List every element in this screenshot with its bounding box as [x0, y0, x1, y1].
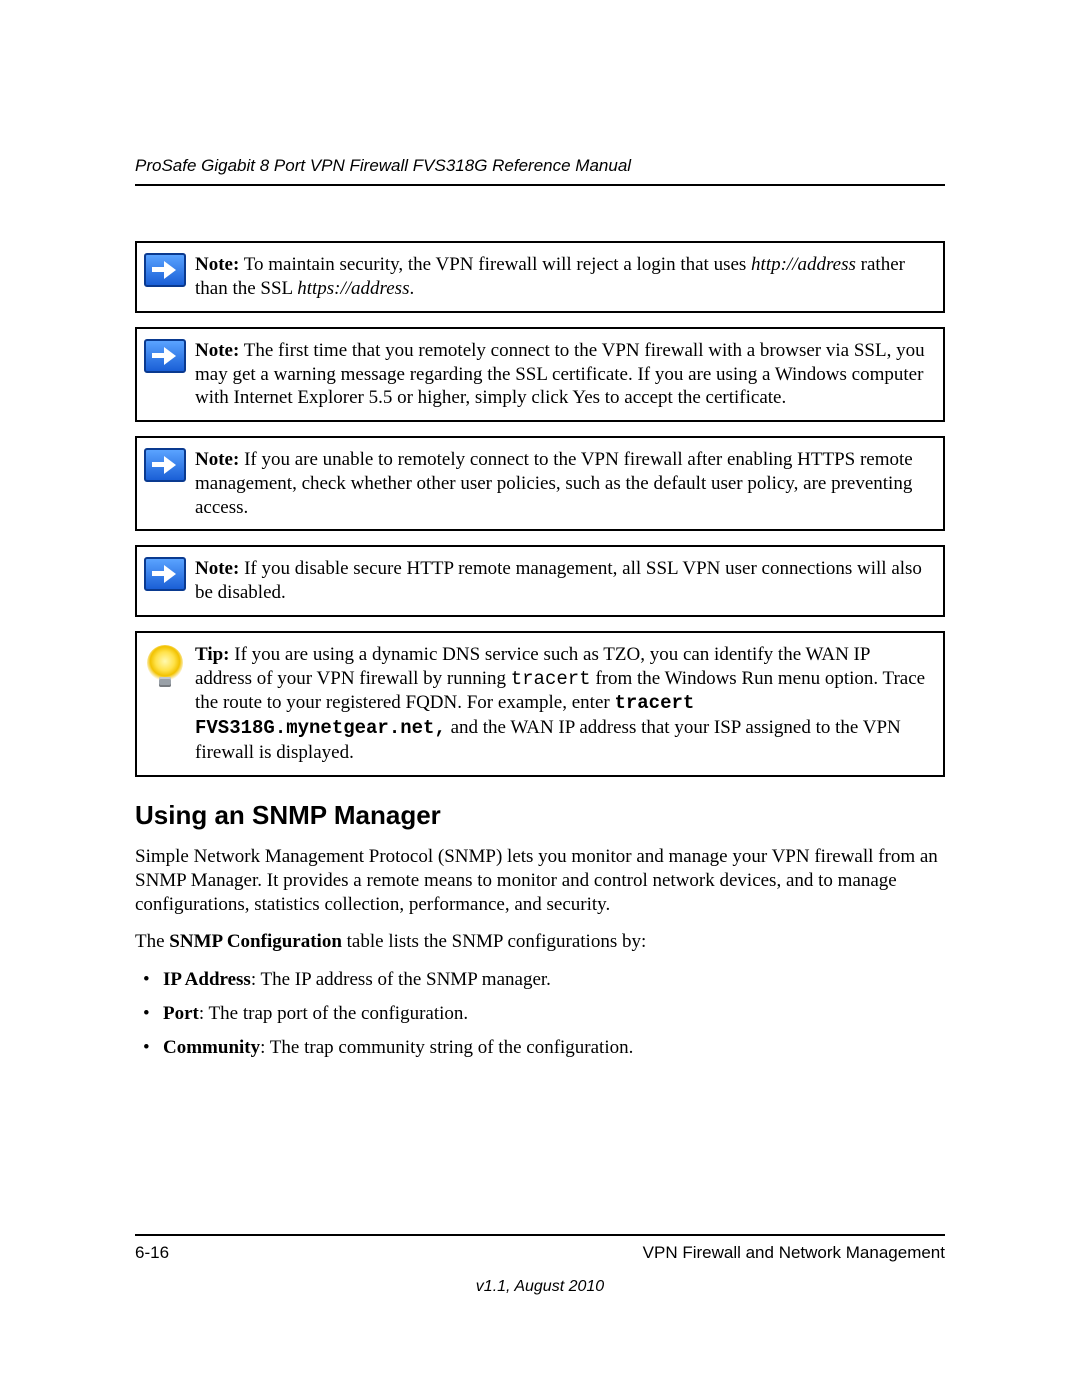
arrow-icon — [144, 448, 186, 482]
arrow-icon — [144, 557, 186, 591]
footer-line: 6-16 VPN Firewall and Network Management — [135, 1234, 945, 1263]
note-body: If you disable secure HTTP remote manage… — [195, 558, 922, 603]
para2-post: table lists the SNMP configurations by: — [342, 931, 646, 952]
bullet-bold: Community — [163, 1037, 260, 1058]
note-ital-https: https://address — [297, 278, 409, 299]
note-label: Note: — [195, 558, 239, 579]
tip-mono-tracert: tracert — [511, 668, 591, 690]
list-item: Community: The trap community string of … — [163, 1036, 945, 1060]
section-para-2: The SNMP Configuration table lists the S… — [135, 930, 945, 954]
note-body: If you are unable to remotely connect to… — [195, 449, 913, 518]
tip-icon-cell — [137, 633, 193, 775]
tip-text: Tip: If you are using a dynamic DNS serv… — [193, 633, 943, 775]
para2-pre: The — [135, 931, 169, 952]
tip-callout: Tip: If you are using a dynamic DNS serv… — [135, 631, 945, 777]
bullet-bold: Port — [163, 1003, 199, 1024]
tip-label: Tip: — [195, 644, 230, 665]
bullet-list: IP Address: The IP address of the SNMP m… — [135, 968, 945, 1059]
page-footer: 6-16 VPN Firewall and Network Management… — [135, 1234, 945, 1297]
note-ital-http: http://address — [751, 254, 856, 275]
bullet-rest: : The trap port of the configuration. — [199, 1003, 468, 1024]
list-item: IP Address: The IP address of the SNMP m… — [163, 968, 945, 992]
note-callout: Note: If you are unable to remotely conn… — [135, 436, 945, 531]
note-icon-cell — [137, 329, 193, 420]
running-header: ProSafe Gigabit 8 Port VPN Firewall FVS3… — [135, 155, 945, 186]
bullet-bold: IP Address — [163, 969, 251, 990]
note-icon-cell — [137, 547, 193, 615]
footer-page-number: 6-16 — [135, 1242, 169, 1263]
document-page: ProSafe Gigabit 8 Port VPN Firewall FVS3… — [0, 0, 1080, 1397]
note-callout: Note: If you disable secure HTTP remote … — [135, 545, 945, 617]
note-body-post: . — [409, 278, 414, 299]
footer-chapter-title: VPN Firewall and Network Management — [643, 1242, 945, 1263]
section-para-1: Simple Network Management Protocol (SNMP… — [135, 845, 945, 916]
arrow-icon — [144, 253, 186, 287]
note-body: The first time that you remotely connect… — [195, 340, 925, 409]
arrow-icon — [144, 339, 186, 373]
note-label: Note: — [195, 254, 239, 275]
bullet-rest: : The trap community string of the confi… — [260, 1037, 633, 1058]
note-text: Note: If you disable secure HTTP remote … — [193, 547, 943, 615]
note-callout: Note: The first time that you remotely c… — [135, 327, 945, 422]
note-icon-cell — [137, 438, 193, 529]
note-label: Note: — [195, 449, 239, 470]
note-text: Note: To maintain security, the VPN fire… — [193, 243, 943, 311]
note-icon-cell — [137, 243, 193, 311]
para2-bold: SNMP Configuration — [169, 931, 342, 952]
note-callout: Note: To maintain security, the VPN fire… — [135, 241, 945, 313]
bullet-rest: : The IP address of the SNMP manager. — [251, 969, 551, 990]
lightbulb-icon — [144, 643, 186, 689]
note-text: Note: The first time that you remotely c… — [193, 329, 943, 420]
section-heading: Using an SNMP Manager — [135, 799, 945, 832]
list-item: Port: The trap port of the configuration… — [163, 1002, 945, 1026]
note-body-pre: To maintain security, the VPN firewall w… — [239, 254, 751, 275]
footer-version: v1.1, August 2010 — [135, 1277, 945, 1297]
note-label: Note: — [195, 340, 239, 361]
note-text: Note: If you are unable to remotely conn… — [193, 438, 943, 529]
